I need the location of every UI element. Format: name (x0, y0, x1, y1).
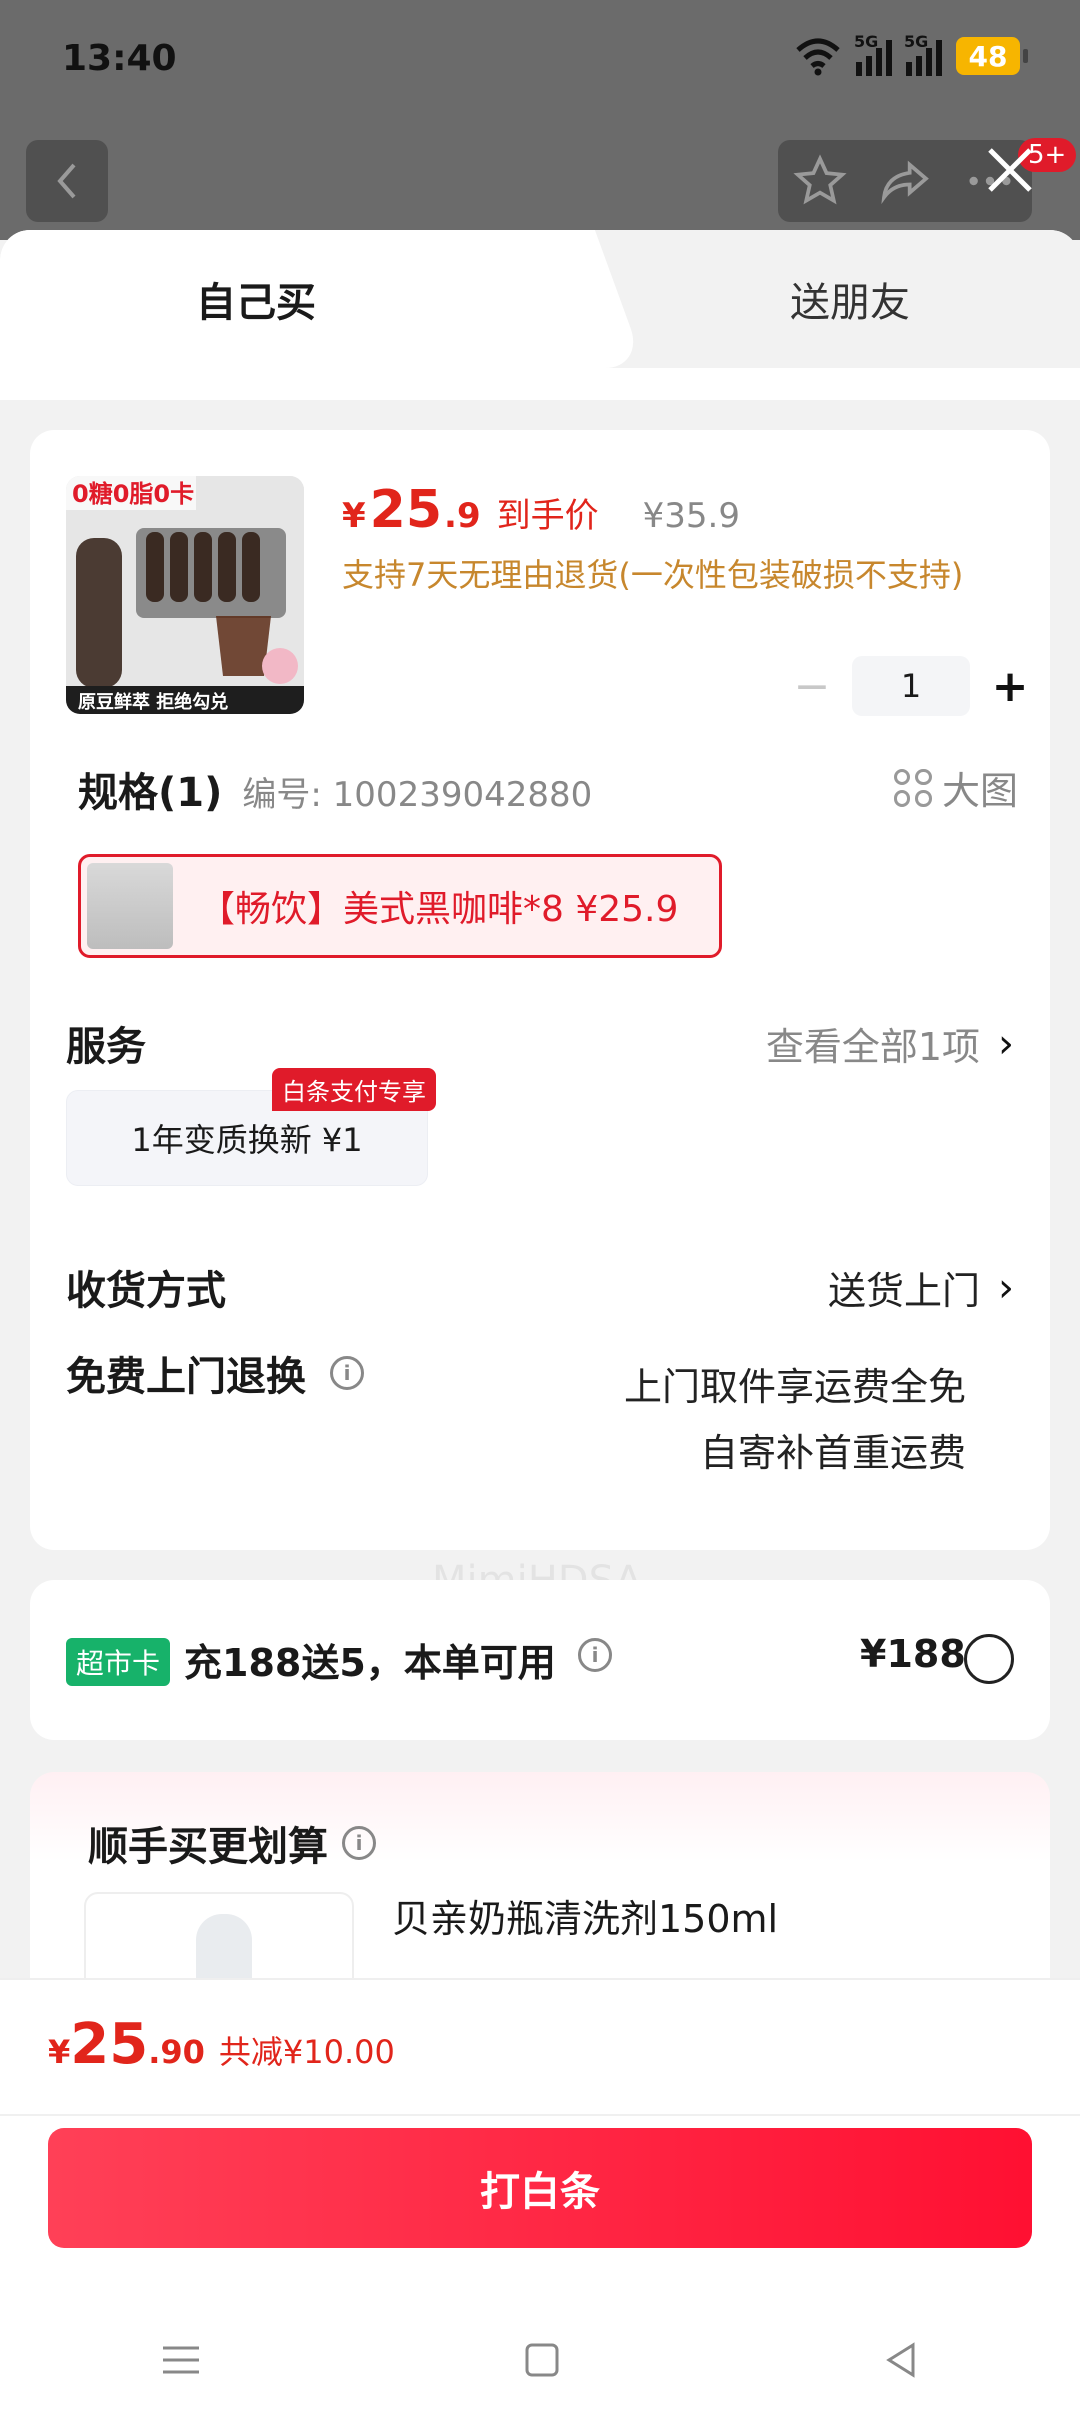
svg-text:原豆鲜萃 拒绝勾兑: 原豆鲜萃 拒绝勾兑 (78, 691, 228, 713)
supermarket-card-radio[interactable] (964, 1634, 1014, 1684)
tab-buy-self[interactable]: 自己买 (0, 230, 560, 368)
service-title: 服务 (66, 1024, 146, 1070)
product-image[interactable]: 0糖0脂0卡 原豆鲜萃 拒绝勾兑 (66, 476, 304, 714)
discount-total: 共减¥10.00 (218, 2033, 395, 2071)
info-icon[interactable]: i (342, 1826, 376, 1860)
grid-icon (893, 768, 932, 807)
total-currency: ¥ (48, 2033, 71, 2071)
total-decimal: .90 (148, 2033, 205, 2071)
free-return-details: 上门取件享运费全免 自寄补首重运费 (624, 1354, 966, 1486)
free-return-title-row: 免费上门退换 i (66, 1344, 364, 1402)
add-on-item-name[interactable]: 贝亲奶瓶清洗剂150ml (392, 1888, 778, 1943)
supermarket-card-tag: 超市卡 (66, 1638, 171, 1686)
decrement-button[interactable]: − (772, 656, 852, 716)
tab-bar: 自己买 送朋友 (0, 230, 1080, 368)
info-icon[interactable]: i (330, 1356, 364, 1390)
view-all-services[interactable]: 查看全部1项 › (766, 1016, 1014, 1071)
chevron-right-icon: › (998, 1020, 1014, 1067)
quantity-value[interactable]: 1 (852, 656, 970, 716)
variant-label: 【畅饮】美式黑咖啡*8 ¥25.9 (199, 889, 679, 930)
add-on-title: 顺手买更划算 (88, 1824, 328, 1870)
tab-gift-friend[interactable]: 送朋友 (620, 230, 1080, 368)
status-bar: 13:40 5G 5G 48 (0, 0, 1080, 120)
back-button[interactable] (26, 140, 108, 222)
pay-button[interactable]: 打白条 (48, 2128, 1032, 2248)
divider (0, 2114, 1080, 2116)
price-currency: ¥ (342, 496, 366, 536)
star-icon[interactable] (792, 153, 848, 209)
cellular-signal-icon-2: 5G (904, 32, 942, 76)
system-nav-bar (0, 2310, 1080, 2410)
variant-thumbnail (87, 863, 173, 949)
spec-code: 编号: 100239042880 (242, 775, 593, 815)
svg-text:0糖0脂0卡: 0糖0脂0卡 (72, 480, 194, 508)
supermarket-card-text: 充188送5，本单可用 (184, 1641, 556, 1685)
big-image-button[interactable]: 大图 (893, 760, 1018, 815)
info-icon[interactable]: i (578, 1638, 612, 1672)
return-policy-note: 支持7天无理由退货(一次性包装破损不支持) (342, 556, 964, 594)
price-tag: 到手价 (496, 496, 599, 536)
variant-option-selected[interactable]: 【畅饮】美式黑咖啡*8 ¥25.9 (78, 854, 722, 958)
wifi-icon (796, 38, 840, 76)
back-triangle-icon[interactable] (881, 2340, 921, 2380)
product-image-art: 0糖0脂0卡 原豆鲜萃 拒绝勾兑 (66, 476, 304, 714)
home-icon[interactable] (522, 2340, 562, 2380)
view-all-label: 查看全部1项 (765, 1025, 980, 1069)
big-image-label: 大图 (941, 769, 1018, 813)
quantity-stepper: − 1 + (772, 656, 1050, 716)
spec-row: 规格(1) 编号: 100239042880 大图 (78, 760, 1018, 818)
battery-indicator: 48 (956, 37, 1028, 75)
menu-icon[interactable] (159, 2340, 203, 2380)
product-card: 0糖0脂0卡 原豆鲜萃 拒绝勾兑 ¥ 25 .9 到手价 ¥35.9 支持7天无… (30, 430, 1050, 1604)
status-icons: 5G 5G 48 (794, 32, 1028, 76)
increment-button[interactable]: + (970, 656, 1050, 716)
total-integer: 25 (70, 2012, 149, 2077)
original-price: ¥35.9 (642, 496, 740, 536)
share-icon[interactable] (877, 153, 933, 209)
cellular-signal-icon: 5G (854, 32, 892, 76)
free-return-line-2: 自寄补首重运费 (699, 1431, 966, 1475)
free-return-line-1: 上门取件享运费全免 (623, 1365, 966, 1409)
delivery-method[interactable]: 送货上门 › (828, 1260, 1014, 1315)
delivery-value: 送货上门 (827, 1269, 980, 1313)
price-integer: 25 (369, 480, 443, 540)
add-on-title-row: 顺手买更划算 i (88, 1814, 376, 1872)
status-time: 13:40 (62, 38, 177, 79)
price-decimal: .9 (444, 496, 481, 536)
chevron-right-icon: › (998, 1264, 1014, 1311)
service-badge: 白条支付专享 (272, 1068, 436, 1111)
spec-title: 规格(1) (78, 770, 223, 816)
close-icon[interactable] (980, 140, 1040, 200)
supermarket-card-offer: 超市卡 充188送5，本单可用 i ¥188 (30, 1580, 1050, 1740)
delivery-title: 收货方式 (66, 1268, 226, 1314)
supermarket-card-price: ¥188 (860, 1632, 966, 1676)
free-return-title: 免费上门退换 (66, 1354, 306, 1400)
total-row: ¥ 25 .90 共减¥10.00 (48, 2012, 395, 2077)
price-row: ¥ 25 .9 到手价 ¥35.9 (342, 480, 740, 540)
chevron-left-icon (57, 163, 76, 199)
